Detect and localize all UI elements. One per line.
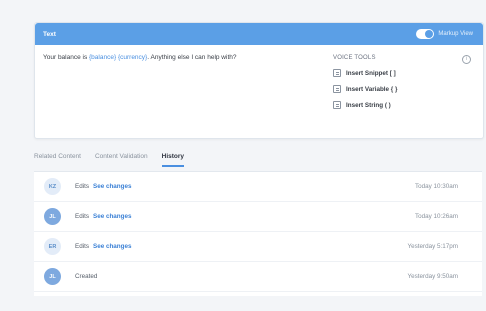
avatar: ER	[44, 238, 61, 255]
insert-string-button[interactable]: Insert String ( )	[333, 101, 473, 109]
voice-tools-title: VOICE TOOLS	[333, 55, 376, 61]
history-action: Created	[75, 273, 98, 280]
string-icon	[333, 101, 341, 109]
message-text[interactable]: Your balance is {balance} {currency}. An…	[43, 54, 237, 61]
avatar: KZ	[44, 178, 61, 195]
currency-token: {currency}	[117, 54, 148, 61]
insert-snippet-button[interactable]: Insert Snippet [ ]	[333, 69, 473, 77]
history-row: JL Created Yesterday 9:50am	[34, 262, 482, 292]
message-prefix: Your balance is	[43, 54, 90, 61]
panel-body: Your balance is {balance} {currency}. An…	[35, 45, 483, 138]
tab-related-content[interactable]: Related Content	[34, 153, 81, 167]
info-icon[interactable]: i	[462, 55, 471, 64]
history-action: Edits	[75, 213, 89, 220]
tab-history[interactable]: History	[161, 153, 185, 167]
message-suffix: . Anything else I can help with?	[147, 54, 237, 61]
avatar: JL	[44, 268, 61, 285]
see-changes-link[interactable]: See changes	[93, 243, 132, 250]
panel-header: Text Markup View	[35, 23, 483, 45]
history-time: Today 10:30am	[414, 183, 458, 190]
insert-snippet-label: Insert Snippet [ ]	[346, 69, 396, 77]
see-changes-link[interactable]: See changes	[93, 213, 132, 220]
balance-token: {balance}	[89, 54, 117, 61]
markup-view-toggle-group: Markup View	[416, 29, 473, 39]
history-time: Yesterday 9:50am	[407, 273, 458, 280]
avatar: JL	[44, 208, 61, 225]
markup-view-toggle[interactable]	[416, 29, 435, 39]
panel-title: Text	[43, 30, 56, 38]
tab-bar: Related Content Content Validation Histo…	[34, 153, 185, 167]
insert-string-label: Insert String ( )	[346, 101, 391, 109]
history-row: ER Edits See changes Yesterday 5:17pm	[34, 232, 482, 262]
history-row: JL Edits See changes Today 10:26am	[34, 202, 482, 232]
history-action: Edits	[75, 243, 89, 250]
voice-tools: VOICE TOOLS i Insert Snippet [ ] Insert …	[333, 55, 473, 109]
insert-variable-button[interactable]: Insert Variable { }	[333, 85, 473, 93]
variable-icon	[333, 85, 341, 93]
history-action: Edits	[75, 183, 89, 190]
history-row: KZ Edits See changes Today 10:30am	[34, 172, 482, 202]
tab-content-validation[interactable]: Content Validation	[95, 153, 148, 167]
history-list: KZ Edits See changes Today 10:30am JL Ed…	[34, 171, 482, 296]
history-time: Today 10:26am	[414, 213, 458, 220]
history-time: Yesterday 5:17pm	[407, 243, 458, 250]
snippet-icon	[333, 69, 341, 77]
see-changes-link[interactable]: See changes	[93, 183, 132, 190]
text-panel: Text Markup View Your balance is {balanc…	[34, 22, 484, 139]
insert-variable-label: Insert Variable { }	[346, 85, 398, 93]
markup-view-label: Markup View	[438, 31, 473, 37]
